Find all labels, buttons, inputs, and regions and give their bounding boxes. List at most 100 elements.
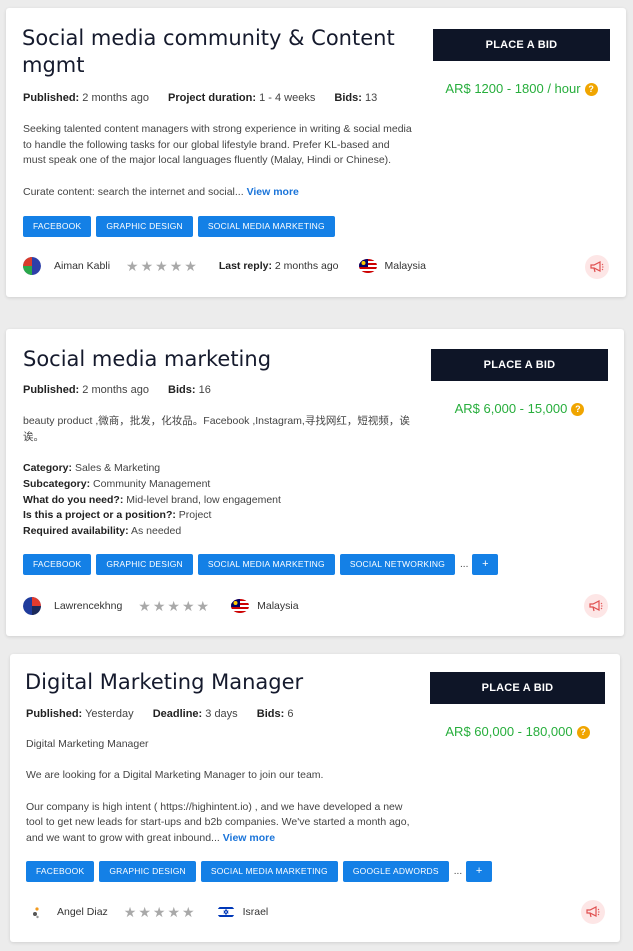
published-value: 2 months ago bbox=[82, 92, 149, 104]
project-footer: Lawrencekhng ★ ★ ★ ★ ★ Malaysia bbox=[23, 597, 299, 615]
rating-stars: ★ ★ ★ ★ ★ bbox=[124, 905, 197, 919]
published-value: Yesterday bbox=[85, 708, 134, 720]
tags-ellipsis: ... bbox=[453, 866, 463, 877]
project-title[interactable]: Social media marketing bbox=[23, 346, 271, 373]
star-icon: ★ bbox=[152, 598, 166, 614]
project-footer: Aiman Kabli ★ ★ ★ ★ ★ Last reply: 2 mont… bbox=[23, 257, 426, 275]
project-description: Seeking talented content managers with s… bbox=[23, 122, 443, 201]
skill-tag[interactable]: SOCIAL MEDIA MARKETING bbox=[200, 861, 338, 882]
description-line: tool to get new leads for start-ups and … bbox=[26, 816, 410, 829]
skill-tag[interactable]: SOCIAL MEDIA MARKETING bbox=[197, 554, 335, 575]
help-icon[interactable]: ? bbox=[571, 403, 585, 416]
project-description: beauty product ,微商，批发，化妆品。Facebook ,Inst… bbox=[23, 414, 433, 540]
star-icon: ★ bbox=[155, 258, 168, 274]
report-button[interactable] bbox=[585, 255, 609, 279]
deadline-label: Deadline: bbox=[152, 708, 203, 720]
skill-tag[interactable]: GRAPHIC DESIGN bbox=[99, 861, 196, 882]
detail-label: Subcategory: bbox=[23, 477, 91, 490]
skill-tags: FACEBOOK GRAPHIC DESIGN SOCIAL MEDIA MAR… bbox=[26, 861, 493, 882]
detail-label: What do you need?: bbox=[23, 493, 124, 506]
user-name[interactable]: Angel Diaz bbox=[57, 906, 108, 918]
skill-tag[interactable]: FACEBOOK bbox=[23, 216, 92, 237]
place-bid-button[interactable]: PLACE A BID bbox=[433, 29, 610, 61]
country-name: Malaysia bbox=[384, 260, 426, 272]
project-card: Social media community & Content mgmt Pu… bbox=[6, 8, 626, 297]
skill-tag[interactable]: FACEBOOK bbox=[26, 861, 95, 882]
user-avatar[interactable] bbox=[26, 903, 44, 921]
bids-label: Bids: bbox=[334, 92, 362, 104]
country-name: Israel bbox=[242, 906, 269, 918]
malaysia-flag-icon bbox=[358, 259, 377, 273]
project-price: AR$ 60,000 - 180,000? bbox=[430, 724, 605, 739]
report-button[interactable] bbox=[581, 900, 605, 924]
star-icon: ★ bbox=[167, 904, 181, 920]
skill-tag[interactable]: SOCIAL MEDIA MARKETING bbox=[197, 216, 335, 237]
duration-label: Project duration: bbox=[168, 92, 257, 104]
description-tail: Curate content: search the internet and … bbox=[23, 185, 244, 198]
project-card: Social media marketing Published: 2 mont… bbox=[6, 329, 624, 636]
star-icon: ★ bbox=[167, 598, 180, 614]
help-icon[interactable]: ? bbox=[584, 83, 598, 96]
project-title[interactable]: Social media community & Content mgmt bbox=[22, 25, 395, 79]
project-meta: Published: 2 months ago Project duration… bbox=[23, 92, 393, 104]
detail-label: Is this a project or a position?: bbox=[23, 509, 176, 522]
star-icon: ★ bbox=[138, 904, 151, 920]
star-icon: ★ bbox=[152, 904, 166, 920]
detail-value: Project bbox=[178, 509, 212, 522]
user-name[interactable]: Lawrencekhng bbox=[54, 600, 122, 612]
star-icon: ★ bbox=[138, 598, 151, 614]
user-name[interactable]: Aiman Kabli bbox=[54, 260, 110, 272]
star-icon: ★ bbox=[196, 598, 210, 614]
published-label: Published: bbox=[23, 92, 80, 104]
description-line: 诶。 bbox=[23, 430, 44, 443]
last-reply-label: Last reply: bbox=[218, 260, 272, 272]
user-avatar[interactable] bbox=[23, 597, 41, 615]
detail-value: Community Management bbox=[93, 477, 211, 490]
published-value: 2 months ago bbox=[82, 384, 149, 396]
skill-tag[interactable]: SOCIAL NETWORKING bbox=[339, 554, 456, 575]
bids-value: 13 bbox=[364, 92, 378, 104]
malaysia-flag-icon bbox=[231, 599, 250, 613]
description-line: beauty product ,微商，批发，化妆品。Facebook ,Inst… bbox=[23, 415, 410, 427]
star-icon: ★ bbox=[181, 598, 195, 614]
skill-tags: FACEBOOK GRAPHIC DESIGN SOCIAL MEDIA MAR… bbox=[23, 216, 340, 237]
star-icon: ★ bbox=[126, 258, 139, 274]
report-button[interactable] bbox=[584, 594, 608, 618]
view-more-link[interactable]: View more bbox=[223, 832, 275, 844]
skill-tag[interactable]: GOOGLE ADWORDS bbox=[342, 861, 449, 882]
user-avatar[interactable] bbox=[23, 257, 41, 275]
description-line: Our company is high intent ( https://hig… bbox=[26, 800, 403, 813]
duration-value: 1 - 4 weeks bbox=[259, 92, 316, 104]
description-line: to handle the following tasks for our gl… bbox=[23, 138, 390, 151]
project-title[interactable]: Digital Marketing Manager bbox=[25, 669, 303, 696]
rating-stars: ★ ★ ★ ★ ★ bbox=[126, 259, 199, 273]
view-more-link[interactable]: View more bbox=[247, 186, 299, 198]
help-icon[interactable]: ? bbox=[576, 726, 590, 739]
star-icon: ★ bbox=[169, 258, 183, 274]
star-icon: ★ bbox=[140, 258, 154, 274]
project-meta: Published: Yesterday Deadline: 3 days Bi… bbox=[26, 708, 309, 720]
project-title-line[interactable]: mgmt bbox=[22, 53, 84, 77]
tags-ellipsis: ... bbox=[460, 559, 469, 570]
description-line: must speak one of the major local langua… bbox=[23, 154, 392, 167]
project-description: Digital Marketing Manager We are looking… bbox=[26, 737, 436, 847]
skill-tag[interactable]: GRAPHIC DESIGN bbox=[96, 216, 193, 237]
more-tags-button[interactable]: + bbox=[466, 861, 493, 882]
skill-tag[interactable]: GRAPHIC DESIGN bbox=[96, 554, 193, 575]
description-line: Digital Marketing Manager bbox=[26, 738, 149, 750]
megaphone-icon bbox=[586, 906, 600, 918]
description-line: Seeking talented content managers with s… bbox=[23, 123, 412, 135]
published-label: Published: bbox=[23, 384, 80, 396]
detail-label: Category: bbox=[23, 462, 73, 475]
more-tags-button[interactable]: + bbox=[472, 554, 499, 575]
skill-tag[interactable]: FACEBOOK bbox=[23, 554, 92, 575]
bids-label: Bids: bbox=[256, 708, 285, 720]
published-label: Published: bbox=[26, 708, 83, 720]
place-bid-button[interactable]: PLACE A BID bbox=[431, 349, 608, 381]
price-value: AR$ 6,000 - 15,000 bbox=[454, 401, 568, 416]
detail-value: As needed bbox=[130, 524, 182, 537]
rating-stars: ★ ★ ★ ★ ★ bbox=[138, 599, 211, 613]
project-title-line[interactable]: Social media community & Content bbox=[22, 26, 395, 50]
project-price: AR$ 6,000 - 15,000? bbox=[431, 401, 608, 416]
place-bid-button[interactable]: PLACE A BID bbox=[430, 672, 605, 704]
